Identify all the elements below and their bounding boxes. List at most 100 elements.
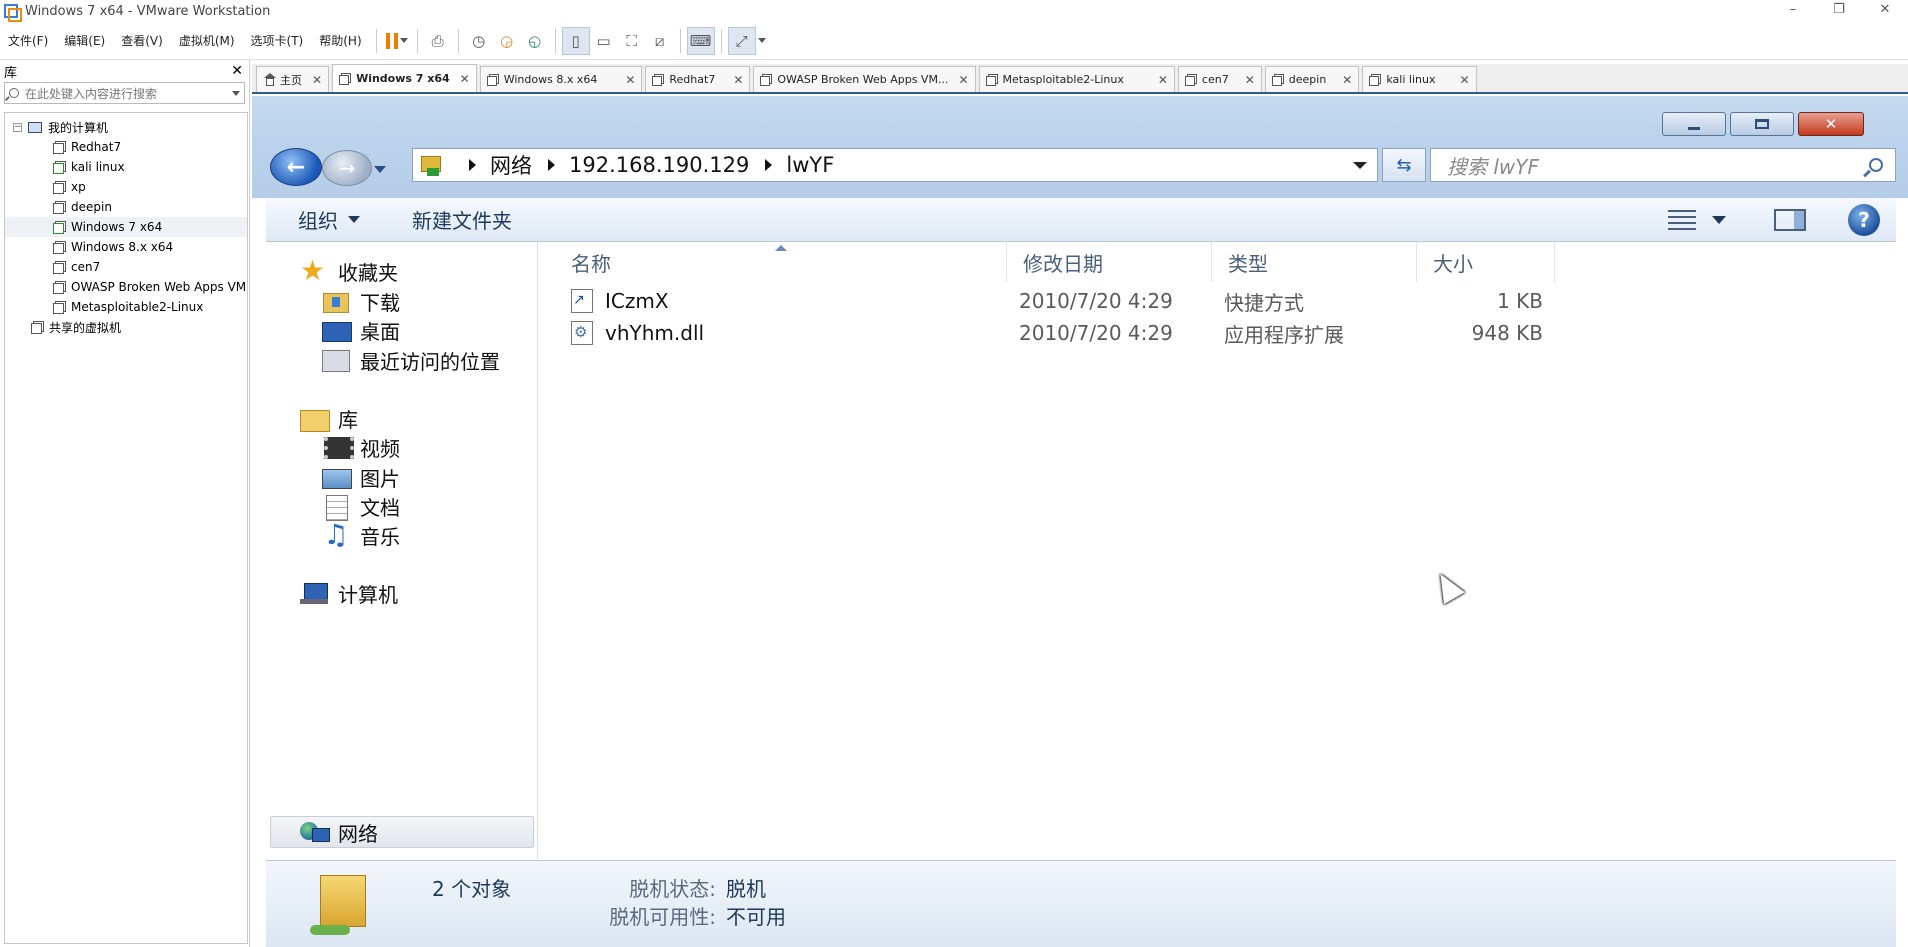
stretch-guest-button[interactable]: ⤢ [727,26,756,55]
thumbnail-bar-button[interactable]: ▭ [590,27,618,55]
tab-windows-7-x64[interactable]: Windows 7 x64 ✕ [332,64,477,92]
tab-close-icon[interactable]: ✕ [958,73,968,87]
menu-vm[interactable]: 虚拟机(M) [171,32,243,49]
fullscreen-button[interactable]: ⛶ [618,27,646,55]
explorer-close-button[interactable]: ✕ [1798,112,1864,136]
vm-icon [985,74,998,86]
tab-close-icon[interactable]: ✕ [1245,73,1255,87]
nav-recent-places[interactable]: 最近访问的位置 [322,345,500,375]
file-row[interactable]: vhYhm.dll 2010/7/20 4:29 应用程序扩展 948 KB [539,318,1896,348]
tab-deepin[interactable]: deepin ✕ [1264,66,1360,92]
revert-snapshot-button[interactable]: ◶ [493,27,521,55]
breadcrumb-folder[interactable]: lwYF [786,153,834,177]
tree-item-vm[interactable]: kali linux [5,157,247,177]
snapshot-manager-button[interactable]: ◵ [521,27,549,55]
breadcrumb-arrow-icon[interactable] [469,159,476,171]
menu-help[interactable]: 帮助(H) [311,32,369,49]
nav-libraries[interactable]: 库 [300,403,358,433]
tree-item-vm[interactable]: Windows 8.x x64 [5,237,247,257]
tree-item-vm[interactable]: Metasploitable2-Linux [5,297,247,317]
restore-button[interactable]: ❐ [1816,0,1862,22]
menu-view[interactable]: 查看(V) [113,32,171,49]
pause-button[interactable] [383,27,411,55]
library-search-input[interactable]: 在此处键入内容进行搜索 [4,82,245,104]
chevron-down-icon[interactable] [1712,215,1726,224]
tab-label: Redhat7 [669,73,716,86]
tree-item-vm[interactable]: deepin [5,197,247,217]
nav-network[interactable]: 网络 [300,817,378,847]
tab-close-icon[interactable]: ✕ [625,73,635,87]
tab-close-icon[interactable]: ✕ [312,73,322,87]
minimize-button[interactable]: – [1770,0,1816,22]
guest-display[interactable]: ✕ ← → 网络 192.168.190.129 lwYF ⇆ 搜索 lwYF … [252,96,1908,947]
tab-close-icon[interactable]: ✕ [1459,73,1469,87]
search-input[interactable]: 搜索 lwYF [1430,148,1896,182]
column-name[interactable]: 名称 [539,242,1007,282]
preview-pane-icon[interactable] [1774,208,1806,231]
tab-home[interactable]: 主页 ✕ [256,66,330,92]
tab-close-icon[interactable]: ✕ [460,72,470,86]
snapshot-button[interactable]: ◷ [465,27,493,55]
help-icon[interactable]: ? [1848,203,1880,236]
column-date-modified[interactable]: 修改日期 [1007,242,1212,282]
address-bar[interactable]: 网络 192.168.190.129 lwYF [412,148,1378,182]
nav-pictures[interactable]: 图片 [322,462,400,492]
nav-videos[interactable]: 视频 [322,432,400,462]
unity-button[interactable]: ⧄ [646,27,674,55]
tab-owasp[interactable]: OWASP Broken Web Apps VM... ✕ [753,66,976,92]
forward-button[interactable]: → [322,150,372,186]
nav-computer[interactable]: 计算机 [300,578,398,608]
breadcrumb-network[interactable]: 网络 [490,150,532,180]
menu-tabs[interactable]: 选项卡(T) [243,32,312,49]
new-folder-button[interactable]: 新建文件夹 [386,205,538,234]
column-type[interactable]: 类型 [1212,242,1417,282]
send-ctrl-alt-del-button[interactable]: ⎙ [424,27,452,55]
tree-item-shared-vms[interactable]: 共享的虚拟机 [5,317,247,337]
nav-music[interactable]: ♫ 音乐 [322,520,400,550]
chevron-down-icon[interactable] [232,90,240,96]
chevron-down-icon[interactable] [757,38,766,43]
tab-cen7[interactable]: cen7 ✕ [1177,66,1262,92]
tab-close-icon[interactable]: ✕ [733,73,743,87]
tree-item-vm[interactable]: OWASP Broken Web Apps VM [5,277,247,297]
explorer-maximize-button[interactable] [1730,112,1794,136]
tree-item-vm[interactable]: Redhat7 [5,137,247,157]
search-icon[interactable] [1869,158,1883,172]
recent-pages-dropdown[interactable] [374,166,386,173]
tree-item-my-computer[interactable]: − 我的计算机 [5,117,247,137]
tab-close-icon[interactable]: ✕ [1158,73,1168,87]
revert-icon: ◶ [500,31,514,50]
close-button[interactable]: ✕ [1862,0,1908,22]
back-button[interactable]: ← [270,148,322,186]
nav-documents[interactable]: 文档 [322,491,400,521]
tab-kali-linux[interactable]: kali linux ✕ [1362,66,1477,92]
breadcrumb-host[interactable]: 192.168.190.129 [569,153,749,177]
column-size[interactable]: 大小 [1417,242,1555,282]
tree-item-vm[interactable]: xp [5,177,247,197]
breadcrumb-arrow-icon[interactable] [548,159,555,171]
computer-icon [300,581,328,605]
refresh-button[interactable]: ⇆ [1382,148,1426,182]
nav-favorites[interactable]: ★ 收藏夹 [300,256,398,286]
library-close-button[interactable]: ✕ [231,63,243,79]
menu-edit[interactable]: 编辑(E) [56,32,113,49]
tree-item-vm[interactable]: cen7 [5,257,247,277]
breadcrumb-arrow-icon[interactable] [765,159,773,171]
view-details-icon[interactable] [1668,209,1696,230]
tab-close-icon[interactable]: ✕ [1342,73,1352,87]
explorer-minimize-button[interactable] [1662,112,1726,136]
chevron-down-icon[interactable] [1353,161,1367,169]
console-view-button[interactable]: ⌨ [686,26,715,55]
menu-file[interactable]: 文件(F) [0,32,56,49]
nav-desktop[interactable]: 桌面 [322,315,400,345]
toolbar-separator [416,28,418,53]
file-row[interactable]: ICzmX 2010/7/20 4:29 快捷方式 1 KB [539,286,1896,316]
organize-button[interactable]: 组织 [266,205,386,234]
tab-redhat7[interactable]: Redhat7 ✕ [645,66,751,92]
tab-windows-8-x64[interactable]: Windows 8.x x64 ✕ [479,66,643,92]
collapse-icon[interactable]: − [13,122,22,132]
tab-metasploitable2[interactable]: Metasploitable2-Linux ✕ [978,66,1175,92]
nav-downloads[interactable]: 下载 [322,286,400,316]
show-library-button[interactable]: ▯ [561,26,590,55]
tree-item-vm-selected[interactable]: Windows 7 x64 [5,217,247,237]
